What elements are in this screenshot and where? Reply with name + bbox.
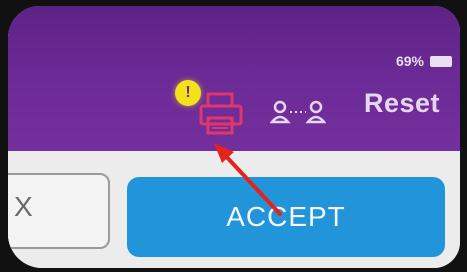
battery-icon (430, 55, 452, 67)
device-screen: 69% ! Reset X ACCEPT (8, 6, 460, 268)
status-battery: 69% (396, 53, 452, 69)
pair-devices-icon[interactable] (270, 98, 326, 126)
cancel-button[interactable]: X (8, 173, 110, 249)
dialog-actions: X ACCEPT (8, 151, 460, 268)
top-toolbar: 69% ! Reset (8, 6, 460, 151)
reset-button[interactable]: Reset (364, 88, 440, 119)
alert-badge-icon: ! (175, 80, 201, 106)
cancel-button-label: X (14, 191, 33, 222)
photo-frame: 69% ! Reset X ACCEPT (0, 0, 467, 272)
battery-percentage: 69% (395, 53, 424, 69)
printer-icon[interactable] (198, 92, 244, 136)
accept-button[interactable]: ACCEPT (127, 177, 445, 257)
